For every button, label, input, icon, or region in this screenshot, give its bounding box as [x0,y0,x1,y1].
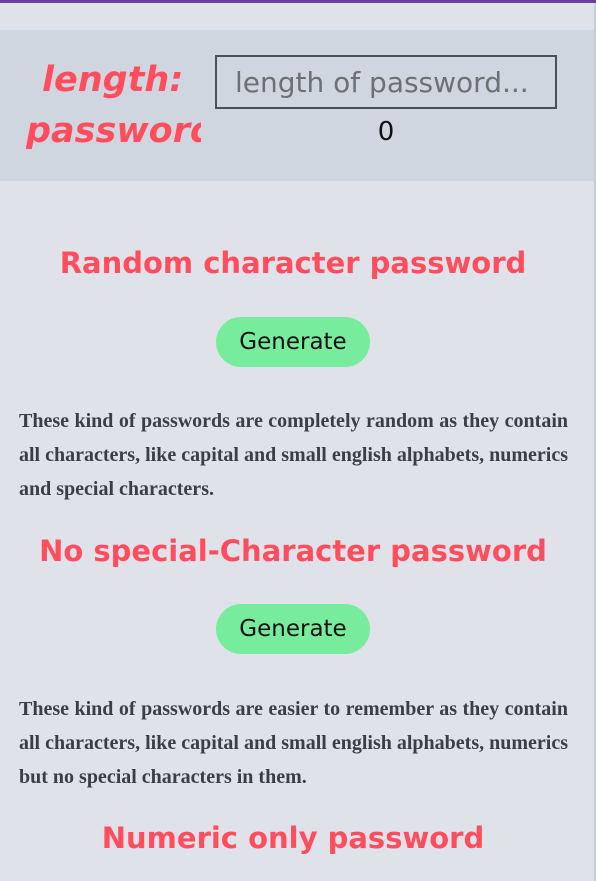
section-description-random: These kind of passwords are completely r… [19,410,568,500]
section-description-no-special: These kind of passwords are easier to re… [19,698,568,788]
password-label-container: password: [26,112,201,160]
password-output: 0 [377,117,395,147]
password-label: password: [26,112,201,151]
top-accent-border [0,0,596,3]
generate-random-button[interactable]: Generate [216,317,370,367]
section-title-random: Random character password [59,246,527,280]
section-title-no-special: No special-Character password [39,534,547,568]
length-input[interactable] [215,55,557,109]
length-label: length: [42,60,184,100]
generate-no-special-button[interactable]: Generate [216,604,370,654]
section-title-numeric: Numeric only password [101,821,485,855]
